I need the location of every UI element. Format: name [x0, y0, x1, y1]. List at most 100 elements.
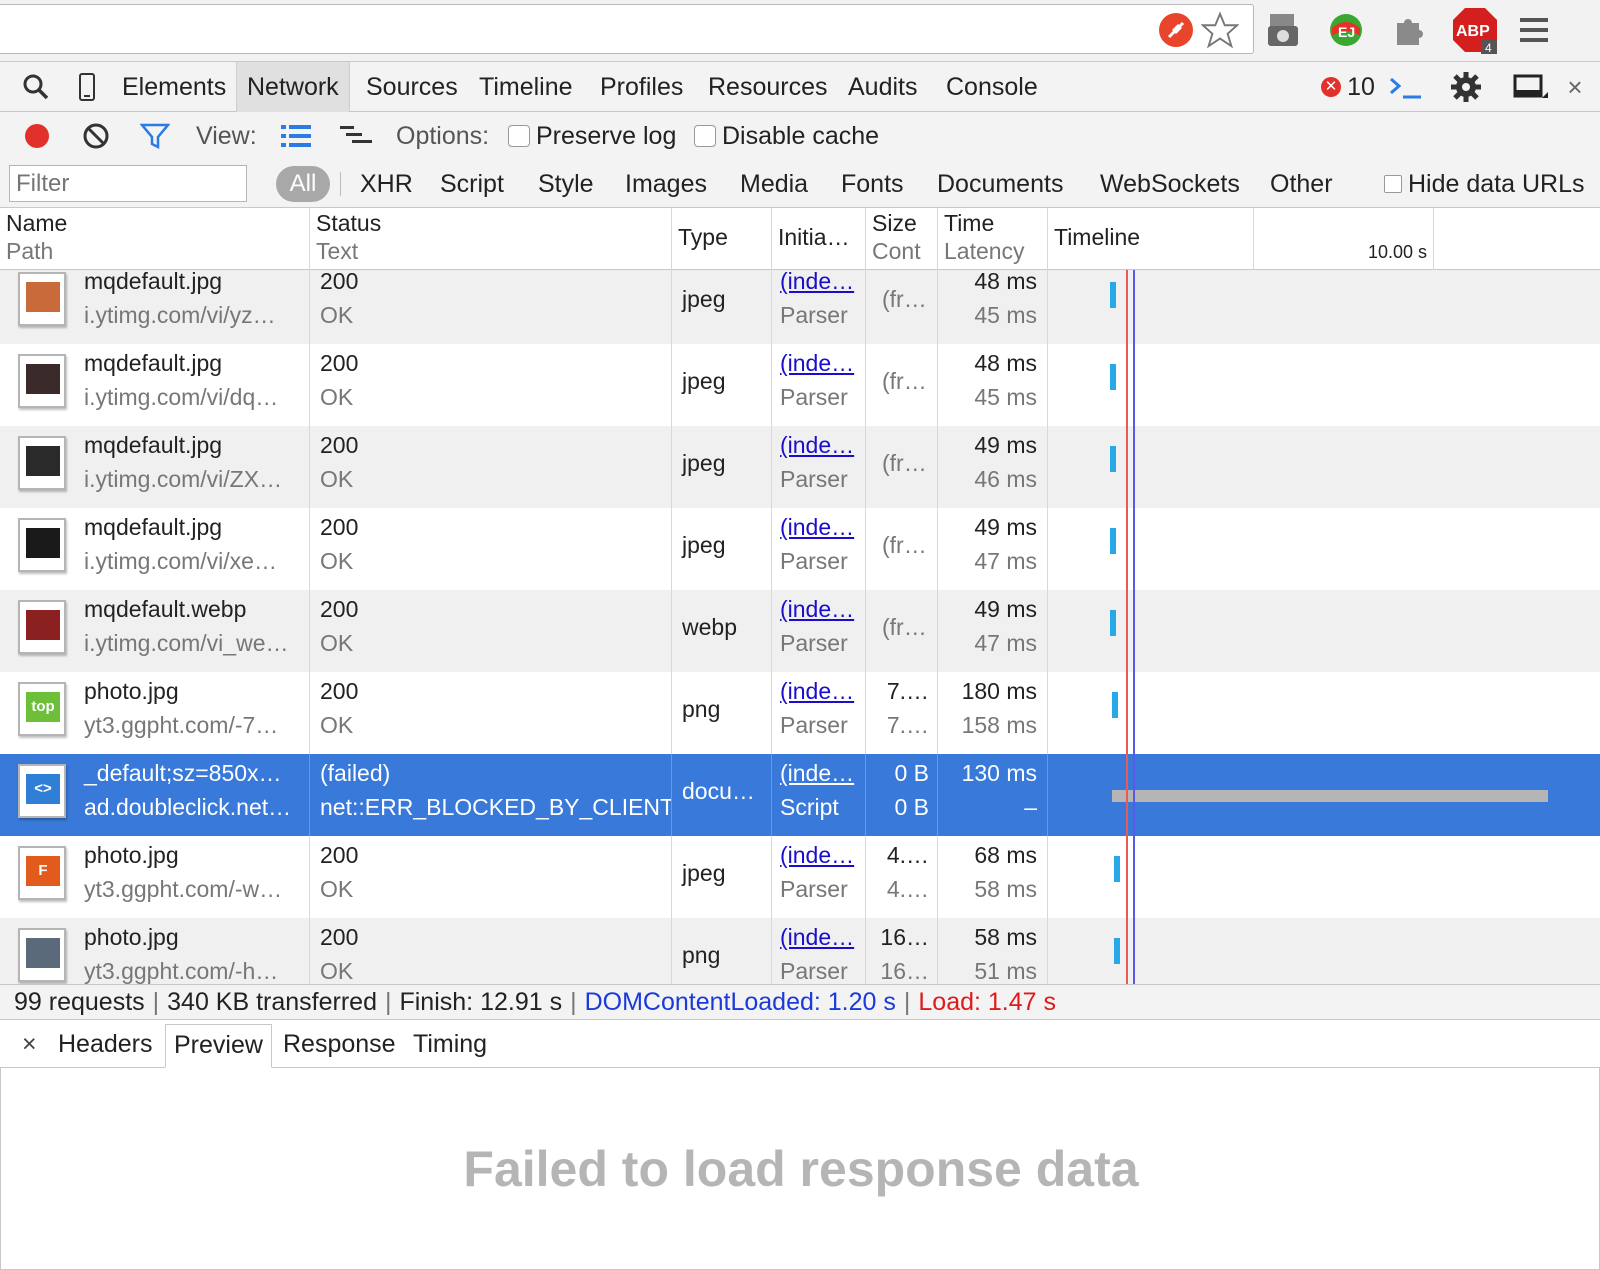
tab-profiles[interactable]: Profiles	[590, 62, 693, 112]
colorful-extension-icon[interactable]: EJ	[1326, 10, 1366, 50]
initiator-link[interactable]: (inde…	[780, 924, 854, 951]
tab-elements[interactable]: Elements	[112, 62, 236, 112]
preserve-log-checkbox[interactable]: Preserve log	[508, 112, 676, 160]
request-name[interactable]: mqdefault.jpg	[84, 270, 222, 295]
checkbox-box[interactable]	[1384, 175, 1402, 193]
column-header-status[interactable]: Status Text	[310, 208, 672, 270]
menu-icon[interactable]	[1514, 10, 1554, 50]
tab-sources[interactable]: Sources	[356, 62, 468, 112]
checkbox-box[interactable]	[508, 125, 530, 147]
tab-console[interactable]: Console	[936, 62, 1048, 112]
tab-headers[interactable]: Headers	[50, 1024, 161, 1068]
checkbox-box[interactable]	[694, 125, 716, 147]
column-header-time[interactable]: Time Latency	[938, 208, 1048, 270]
table-row[interactable]: <> _default;sz=850x… ad.doubleclick.net… (f…	[0, 754, 1600, 836]
camera-extension-icon[interactable]	[1264, 10, 1304, 50]
table-row[interactable]: mqdefault.jpg i.ytimg.com/vi/yz… 200 OK jpeg…	[0, 270, 1600, 344]
search-icon[interactable]	[18, 62, 54, 112]
column-header-type[interactable]: Type	[672, 208, 772, 270]
initiator-link[interactable]: (inde…	[780, 350, 854, 377]
table-row[interactable]: Fphoto.jpg yt3.ggpht.com/-w… 200 OK jpeg (ind…	[0, 836, 1600, 918]
request-name[interactable]: mqdefault.webp	[84, 596, 246, 623]
column-header-initiator[interactable]: Initia…	[772, 208, 866, 270]
tab-timeline[interactable]: Timeline	[469, 62, 583, 112]
cell-initiator: (inde… Parser	[772, 836, 866, 918]
status-code: 200	[320, 678, 359, 704]
table-row[interactable]: mqdefault.jpg i.ytimg.com/vi/ZX… 200 OK jpeg…	[0, 426, 1600, 508]
filter-input[interactable]	[9, 165, 247, 202]
tab-resources[interactable]: Resources	[698, 62, 838, 112]
device-mode-icon[interactable]	[72, 62, 102, 112]
request-list[interactable]: mqdefault.jpg i.ytimg.com/vi/yz… 200 OK jpeg…	[0, 270, 1600, 984]
time-value: 58 ms	[974, 924, 1037, 950]
tab-preview[interactable]: Preview	[165, 1024, 272, 1068]
column-header-size[interactable]: Size Cont	[866, 208, 938, 270]
tab-response[interactable]: Response	[275, 1024, 404, 1068]
filter-type-media[interactable]: Media	[740, 160, 808, 208]
clear-icon[interactable]	[82, 112, 110, 160]
initiator-link[interactable]: (inde…	[780, 842, 854, 869]
tab-audits[interactable]: Audits	[838, 62, 927, 112]
column-header-timeline[interactable]: Timeline 10.00 s	[1048, 208, 1600, 270]
table-row[interactable]: mqdefault.jpg i.ytimg.com/vi/xe… 200 OK jpeg…	[0, 508, 1600, 590]
initiator-link[interactable]: (inde…	[780, 270, 854, 295]
overview-icon[interactable]	[340, 112, 372, 160]
disable-cache-checkbox[interactable]: Disable cache	[694, 112, 879, 160]
table-row[interactable]: mqdefault.webp i.ytimg.com/vi_we… 200 OK web…	[0, 590, 1600, 672]
filter-funnel-icon[interactable]	[140, 112, 170, 160]
initiator-link[interactable]: (inde…	[780, 596, 854, 623]
table-row[interactable]: top photo.jpg yt3.ggpht.com/-7… 200 OK png (in…	[0, 672, 1600, 754]
address-bar[interactable]	[0, 4, 1254, 54]
large-rows-icon[interactable]	[281, 112, 311, 160]
cell-size: 0 B0 B	[866, 754, 938, 836]
filter-type-websockets[interactable]: WebSockets	[1100, 160, 1240, 208]
puzzle-piece-icon[interactable]	[1388, 10, 1428, 50]
error-counter[interactable]: ✕ 10	[1308, 62, 1388, 112]
blocked-plugin-icon[interactable]	[1156, 10, 1196, 50]
tab-timing[interactable]: Timing	[405, 1024, 495, 1068]
request-name[interactable]: mqdefault.jpg	[84, 350, 222, 377]
status-text: OK	[320, 466, 354, 492]
close-devtools-icon[interactable]: ×	[1560, 62, 1590, 112]
record-button[interactable]	[22, 112, 52, 160]
cell-name: mqdefault.webp i.ytimg.com/vi_we…	[0, 590, 310, 672]
cell-size: (fr…	[866, 344, 938, 426]
request-name[interactable]: photo.jpg	[84, 924, 179, 951]
gear-icon[interactable]	[1446, 62, 1486, 112]
content-size: 16…	[880, 958, 929, 984]
filter-type-documents[interactable]: Documents	[937, 160, 1063, 208]
table-row[interactable]: mqdefault.jpg i.ytimg.com/vi/dq… 200 OK jpeg…	[0, 344, 1600, 426]
tab-network[interactable]: Network	[236, 62, 350, 112]
star-icon[interactable]	[1200, 10, 1240, 50]
filter-type-other[interactable]: Other	[1270, 160, 1333, 208]
request-name[interactable]: mqdefault.jpg	[84, 432, 222, 459]
request-name[interactable]: _default;sz=850x…	[84, 760, 282, 787]
filter-type-xhr[interactable]: XHR	[360, 160, 413, 208]
initiator-link[interactable]: (inde…	[780, 760, 854, 787]
column-status-label: Status	[316, 210, 382, 236]
filter-type-images[interactable]: Images	[625, 160, 707, 208]
request-path: i.ytimg.com/vi/ZX…	[84, 466, 283, 492]
request-name[interactable]: photo.jpg	[84, 678, 179, 705]
filter-type-all[interactable]: All	[276, 166, 330, 202]
request-name[interactable]: photo.jpg	[84, 842, 179, 869]
dock-side-icon[interactable]	[1510, 62, 1550, 112]
hide-data-urls-checkbox[interactable]: Hide data URLs	[1384, 160, 1584, 208]
filter-type-style[interactable]: Style	[538, 160, 594, 208]
initiator-link[interactable]: (inde…	[780, 678, 854, 705]
adblock-plus-icon[interactable]: ABP 4	[1450, 8, 1500, 54]
cell-time: 49 ms 47 ms	[938, 590, 1048, 672]
file-thumbnail-icon	[18, 518, 66, 572]
filter-type-fonts[interactable]: Fonts	[841, 160, 904, 208]
load-event-marker	[1126, 270, 1128, 984]
initiator-link[interactable]: (inde…	[780, 432, 854, 459]
table-row[interactable]: photo.jpg yt3.ggpht.com/-h… 200 OK png (inde……	[0, 918, 1600, 984]
status-text: OK	[320, 876, 354, 902]
column-header-name[interactable]: Name Path	[0, 208, 310, 270]
cell-time: 48 ms 45 ms	[938, 270, 1048, 344]
console-drawer-icon[interactable]	[1386, 62, 1426, 112]
close-details-icon[interactable]: ×	[14, 1024, 45, 1068]
filter-type-script[interactable]: Script	[440, 160, 504, 208]
request-name[interactable]: mqdefault.jpg	[84, 514, 222, 541]
initiator-link[interactable]: (inde…	[780, 514, 854, 541]
